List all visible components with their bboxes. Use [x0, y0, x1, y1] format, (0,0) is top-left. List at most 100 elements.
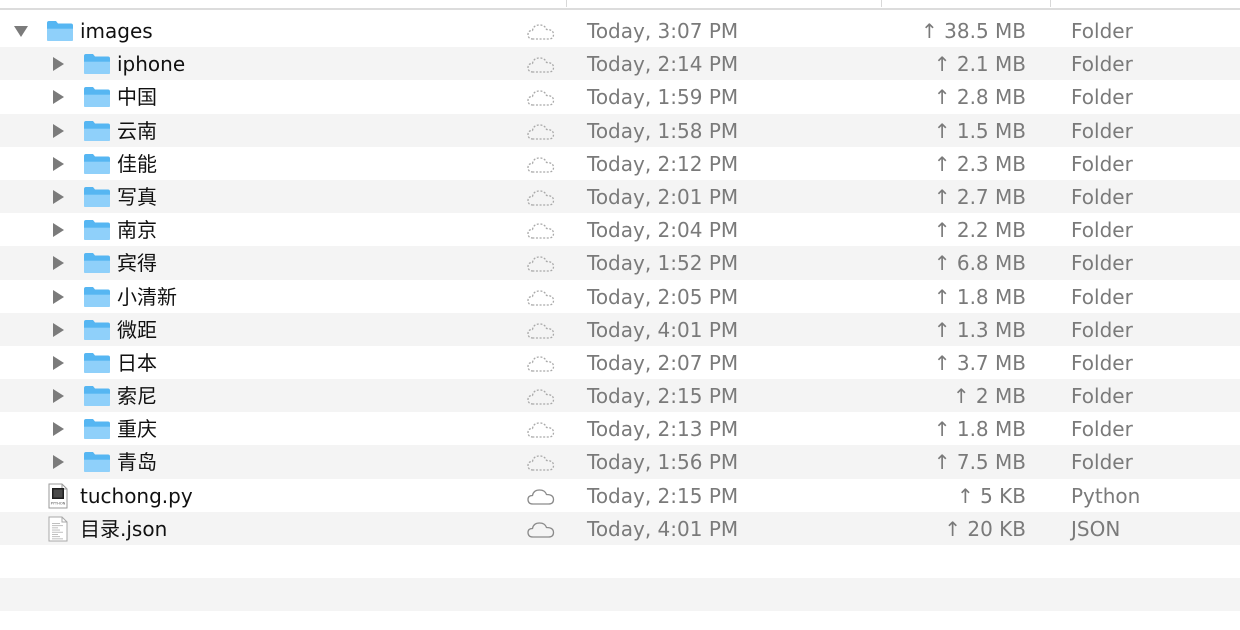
item-name: 目录.json [80, 516, 168, 541]
cloud-dashed-icon[interactable] [526, 355, 556, 373]
date-modified: Today, 1:59 PM [587, 85, 739, 110]
cloud-icon[interactable] [526, 521, 556, 539]
cloud-dashed-icon[interactable] [526, 156, 556, 174]
folder-icon [84, 253, 110, 274]
file-list: images Today, 3:07 PM ↑ 38.5 MB Folder iphon… [0, 14, 1240, 630]
folder-icon [84, 319, 110, 340]
item-kind: Folder [1071, 85, 1133, 110]
json-file-icon [48, 516, 68, 542]
folder-row[interactable]: 宾得 Today, 1:52 PM ↑ 6.8 MB Folder [0, 246, 1240, 280]
cloud-dashed-icon[interactable] [526, 123, 556, 141]
date-modified: Today, 4:01 PM [587, 516, 739, 541]
date-modified: Today, 2:13 PM [587, 417, 739, 442]
folder-row[interactable]: 佳能 Today, 2:12 PM ↑ 2.3 MB Folder [0, 146, 1240, 180]
date-modified: Today, 2:07 PM [587, 350, 739, 375]
item-kind: Folder [1071, 317, 1133, 342]
disclosure-closed-icon[interactable] [50, 89, 66, 105]
item-name: 日本 [117, 350, 157, 375]
item-kind: Folder [1071, 118, 1133, 143]
file-row[interactable]: 目录.json Today, 4:01 PM ↑ 20 KB JSON [0, 511, 1240, 545]
folder-row[interactable]: 云南 Today, 1:58 PM ↑ 1.5 MB Folder [0, 113, 1240, 147]
folder-row[interactable]: 重庆 Today, 2:13 PM ↑ 1.8 MB Folder [0, 412, 1240, 446]
folder-icon [84, 419, 110, 440]
folder-row[interactable]: 微距 Today, 4:01 PM ↑ 1.3 MB Folder [0, 312, 1240, 346]
disclosure-open-icon[interactable] [13, 23, 29, 39]
disclosure-closed-icon[interactable] [50, 388, 66, 404]
item-size: ↑ 2.3 MB [933, 151, 1026, 176]
cloud-dashed-icon[interactable] [526, 421, 556, 439]
folder-row[interactable]: 青岛 Today, 1:56 PM ↑ 7.5 MB Folder [0, 445, 1240, 479]
folder-row[interactable]: 中国 Today, 1:59 PM ↑ 2.8 MB Folder [0, 80, 1240, 114]
folder-icon [84, 186, 110, 207]
item-kind: Folder [1071, 19, 1133, 43]
date-modified: Today, 1:52 PM [587, 251, 739, 276]
item-kind: Folder [1071, 450, 1133, 475]
folder-icon [47, 21, 73, 41]
folder-icon [84, 153, 110, 174]
disclosure-closed-icon[interactable] [50, 322, 66, 338]
item-size: ↑ 2.8 MB [933, 85, 1026, 110]
column-header-bar[interactable] [0, 0, 1240, 10]
item-kind: Folder [1071, 284, 1133, 309]
disclosure-closed-icon[interactable] [50, 123, 66, 139]
disclosure-closed-icon[interactable] [50, 355, 66, 371]
folder-icon [84, 54, 110, 75]
empty-row [0, 611, 1240, 630]
folder-row[interactable]: 索尼 Today, 2:15 PM ↑ 2 MB Folder [0, 379, 1240, 413]
cloud-dashed-icon[interactable] [526, 89, 556, 107]
disclosure-closed-icon[interactable] [50, 421, 66, 437]
folder-icon [84, 120, 110, 141]
disclosure-closed-icon[interactable] [50, 189, 66, 205]
cloud-dashed-icon[interactable] [526, 189, 556, 207]
column-divider[interactable] [881, 0, 882, 7]
cloud-dashed-icon[interactable] [526, 222, 556, 240]
item-kind: Folder [1071, 52, 1133, 77]
cloud-dashed-icon[interactable] [526, 454, 556, 472]
item-size: ↑ 2.2 MB [933, 218, 1026, 243]
item-name: 云南 [117, 118, 157, 143]
column-divider[interactable] [566, 0, 567, 7]
item-kind: Folder [1071, 251, 1133, 276]
item-size: ↑ 2.1 MB [933, 52, 1026, 77]
disclosure-closed-icon[interactable] [50, 454, 66, 470]
item-name: 重庆 [117, 417, 157, 442]
date-modified: Today, 4:01 PM [587, 317, 739, 342]
cloud-dashed-icon[interactable] [526, 255, 556, 273]
item-size: ↑ 20 KB [944, 516, 1026, 541]
folder-icon [84, 220, 110, 241]
date-modified: Today, 1:58 PM [587, 118, 739, 143]
item-name: 小清新 [117, 284, 177, 309]
disclosure-closed-icon[interactable] [50, 222, 66, 238]
disclosure-closed-icon[interactable] [50, 255, 66, 271]
item-name: tuchong.py [80, 483, 193, 508]
cloud-dashed-icon[interactable] [526, 56, 556, 74]
item-size: ↑ 5 KB [956, 483, 1026, 508]
folder-row[interactable]: iphone Today, 2:14 PM ↑ 2.1 MB Folder [0, 47, 1240, 81]
date-modified: Today, 2:12 PM [587, 151, 739, 176]
file-row[interactable]: PYTHON tuchong.py Today, 2:15 PM ↑ 5 KB Pyth… [0, 478, 1240, 512]
disclosure-closed-icon[interactable] [50, 289, 66, 305]
disclosure-closed-icon[interactable] [50, 56, 66, 72]
cloud-dashed-icon[interactable] [526, 289, 556, 307]
empty-row [0, 545, 1240, 579]
item-name: 写真 [117, 184, 157, 209]
folder-row[interactable]: 小清新 Today, 2:05 PM ↑ 1.8 MB Folder [0, 279, 1240, 313]
folder-row[interactable]: 写真 Today, 2:01 PM ↑ 2.7 MB Folder [0, 179, 1240, 214]
folder-row[interactable]: 南京 Today, 2:04 PM ↑ 2.2 MB Folder [0, 213, 1240, 247]
empty-row [0, 578, 1240, 612]
item-kind: Folder [1071, 417, 1133, 442]
cloud-dashed-icon[interactable] [526, 322, 556, 340]
folder-row[interactable]: 日本 Today, 2:07 PM ↑ 3.7 MB Folder [0, 345, 1240, 380]
disclosure-closed-icon[interactable] [50, 156, 66, 172]
date-modified: Today, 3:07 PM [587, 19, 739, 43]
date-modified: Today, 1:56 PM [587, 450, 739, 475]
cloud-icon[interactable] [526, 488, 556, 506]
cloud-dashed-icon[interactable] [526, 388, 556, 406]
folder-icon [84, 452, 110, 473]
column-divider[interactable] [1050, 0, 1051, 7]
item-name: 索尼 [117, 384, 157, 409]
folder-row[interactable]: images Today, 3:07 PM ↑ 38.5 MB Folder [0, 14, 1240, 48]
cloud-dashed-icon[interactable] [526, 23, 556, 41]
folder-icon [84, 386, 110, 407]
folder-icon [84, 352, 110, 373]
